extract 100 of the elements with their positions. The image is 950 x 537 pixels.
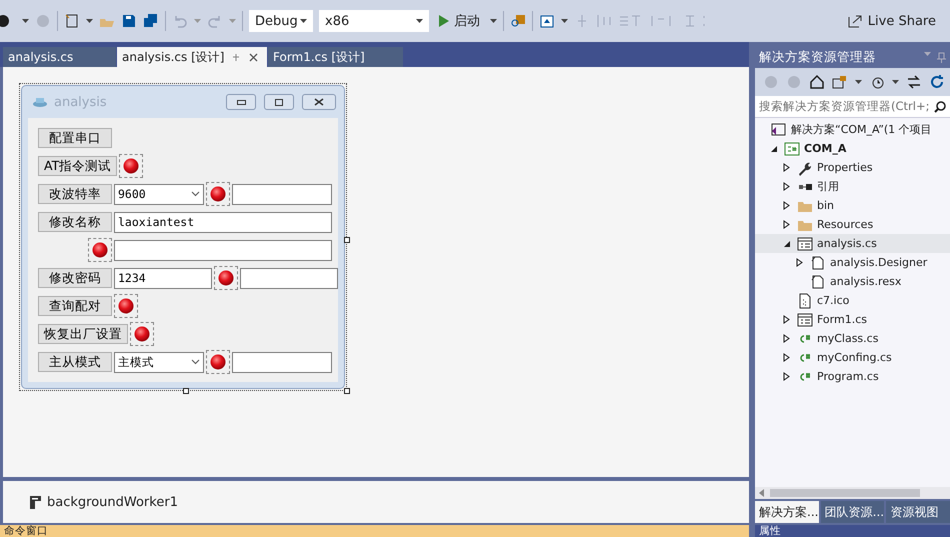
tree-item[interactable]: analysis.resx (755, 272, 950, 291)
combo-box[interactable]: 主模式 (114, 352, 204, 372)
document-icon (810, 274, 826, 290)
caret-icon (300, 19, 307, 23)
configuration-dropdown[interactable]: Debug (249, 10, 313, 32)
form-button[interactable]: 主从模式 (38, 352, 112, 372)
form-icon[interactable] (539, 13, 555, 29)
platform-dropdown[interactable]: x86 (319, 10, 429, 32)
tree-item[interactable]: myConfing.cs (755, 348, 950, 367)
tree-item[interactable]: 引用 (755, 177, 950, 196)
tree-label: 解决方案“COM_A”(1 个项目 (791, 122, 932, 137)
resize-handle[interactable] (344, 388, 350, 394)
form-button[interactable]: 改波特率 (38, 184, 112, 204)
caret-icon (22, 19, 29, 23)
text-field[interactable] (114, 240, 332, 260)
home-icon[interactable] (809, 74, 825, 90)
scroll-left-icon[interactable] (759, 489, 764, 497)
share-icon (846, 13, 863, 29)
caret-icon (229, 19, 236, 23)
indicator-light (130, 322, 154, 346)
tree-item[interactable]: bin (755, 196, 950, 215)
collapsed-arrow-icon[interactable] (783, 334, 791, 343)
minimize-icon (236, 100, 246, 104)
resize-handle[interactable] (344, 237, 350, 243)
indicator-light (88, 238, 112, 262)
component-label[interactable]: backgroundWorker1 (47, 494, 178, 510)
find-icon[interactable] (510, 13, 526, 29)
form-title: analysis (54, 94, 108, 110)
tree-item[interactable]: analysis.Designer (755, 253, 950, 272)
collapsed-arrow-icon[interactable] (796, 258, 804, 267)
form-button[interactable]: 查询配对 (38, 296, 112, 316)
pin-icon[interactable] (232, 52, 242, 62)
collapsed-arrow-icon[interactable] (783, 220, 791, 229)
sync-icon[interactable] (906, 74, 922, 90)
tree-item[interactable]: Program.cs (755, 367, 950, 386)
document-icon (810, 254, 826, 270)
text-field[interactable]: laoxiantest (114, 212, 332, 232)
form-icon (797, 236, 813, 252)
search-field[interactable]: 搜索解决方案资源管理器(Ctrl+; (755, 96, 950, 118)
panel-tab[interactable]: 解决方案... (755, 501, 819, 523)
maximize-button[interactable] (264, 94, 294, 110)
indicator-light (206, 350, 230, 374)
document-tab[interactable]: analysis.cs (3, 47, 116, 67)
tree-item[interactable]: Form1.cs (755, 310, 950, 329)
expanded-arrow-icon[interactable] (783, 240, 791, 248)
tree-label: c7.ico (817, 294, 850, 307)
image-file-icon (797, 292, 813, 308)
tree-label: myClass.cs (817, 332, 878, 345)
start-button[interactable]: 启动 (435, 12, 484, 30)
form-button[interactable]: 修改密码 (38, 268, 112, 288)
maximize-icon (275, 98, 283, 106)
collapsed-arrow-icon[interactable] (783, 182, 791, 191)
text-field[interactable] (240, 268, 338, 288)
tree-item[interactable]: Properties (755, 158, 950, 177)
caret-icon (561, 19, 568, 23)
panel-tab[interactable]: 资源视图 (886, 501, 950, 523)
component-icon (29, 494, 42, 510)
combo-box[interactable]: 9600 (114, 184, 204, 204)
collapsed-arrow-icon[interactable] (783, 353, 791, 362)
tree-item[interactable]: COM_A (755, 139, 950, 158)
form-button[interactable]: 恢复出厂设置 (38, 324, 128, 344)
minimize-button[interactable] (226, 94, 256, 110)
tree-label: analysis.cs (817, 237, 877, 250)
text-field[interactable]: 1234 (114, 268, 212, 288)
save-icon[interactable] (121, 13, 137, 29)
collapsed-arrow-icon[interactable] (783, 315, 791, 324)
collapsed-arrow-icon[interactable] (783, 163, 791, 172)
new-item-icon[interactable] (64, 13, 80, 29)
document-tab[interactable]: Form1.cs [设计] (268, 47, 403, 67)
tree-label: Properties (817, 161, 873, 174)
close-icon (314, 98, 324, 106)
close-button[interactable] (302, 94, 336, 110)
tree-item[interactable]: 解决方案“COM_A”(1 个项目 (755, 120, 950, 139)
save-all-icon[interactable] (143, 13, 159, 29)
tree-item[interactable]: analysis.cs (755, 234, 950, 253)
tree-label: 引用 (817, 179, 839, 194)
refresh-icon[interactable] (929, 74, 945, 90)
expanded-arrow-icon[interactable] (770, 144, 778, 152)
panel-title: 命令窗口 (4, 525, 48, 537)
live-share-button[interactable]: Live Share (842, 13, 940, 29)
form-button[interactable]: 配置串口 (38, 128, 112, 148)
tree-item[interactable]: myClass.cs (755, 329, 950, 348)
collapsed-arrow-icon[interactable] (783, 201, 791, 210)
scrollbar-thumb[interactable] (770, 489, 920, 497)
resize-handle[interactable] (183, 388, 189, 394)
document-tab[interactable]: analysis.cs [设计] (117, 47, 267, 67)
panel-tab[interactable]: 团队资源... (820, 501, 884, 523)
tree-label: Program.cs (817, 370, 879, 383)
solution-icon (771, 122, 787, 138)
tree-item[interactable]: Resources (755, 215, 950, 234)
tree-item[interactable]: c7.ico (755, 291, 950, 310)
caret-icon (490, 19, 497, 23)
collapsed-arrow-icon[interactable] (783, 372, 791, 381)
close-icon[interactable] (249, 52, 258, 62)
form-button[interactable]: 修改名称 (38, 212, 112, 232)
tree-label: Resources (817, 218, 874, 231)
text-field[interactable] (232, 184, 332, 204)
switch-views-icon[interactable] (832, 74, 848, 90)
form-button[interactable]: AT指令测试 (38, 156, 118, 176)
text-field[interactable] (232, 352, 332, 372)
